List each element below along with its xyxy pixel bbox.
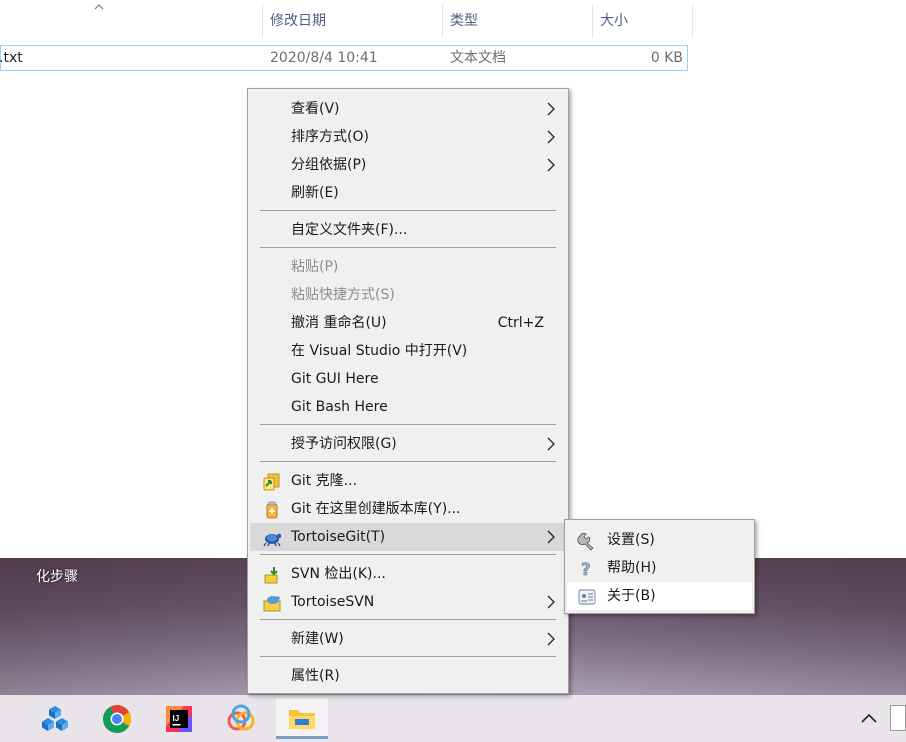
menu-item-label: 新建(W) xyxy=(291,631,344,647)
menu-separator xyxy=(260,554,556,555)
menu-item-label: 粘贴(P) xyxy=(291,259,339,275)
menu-item-svn-checkout[interactable]: SVN 检出(K)... xyxy=(250,560,566,588)
tray-icon[interactable] xyxy=(890,705,906,731)
column-separator[interactable] xyxy=(592,4,593,38)
submenu-item-settings[interactable]: 设置(S) xyxy=(567,526,752,554)
chevron-right-icon xyxy=(547,102,555,116)
help-question-icon: ? xyxy=(581,560,591,579)
file-date: 2020/8/4 10:41 xyxy=(270,50,378,66)
menu-item-label: 设置(S) xyxy=(607,532,655,548)
menu-separator xyxy=(260,619,556,620)
column-separator[interactable] xyxy=(692,4,693,38)
settings-wrench-icon xyxy=(577,532,594,551)
colorful-ring-app-icon[interactable] xyxy=(215,699,267,739)
taskbar: IJ xyxy=(0,695,906,742)
menu-item-git-gui-here[interactable]: Git GUI Here xyxy=(250,365,566,393)
menu-item-customize-folder[interactable]: 自定义文件夹(F)... xyxy=(250,216,566,244)
sort-ascending-icon[interactable] xyxy=(92,0,106,14)
menu-item-label: Git 在这里创建版本库(Y)... xyxy=(291,501,461,517)
menu-item-tortoisegit[interactable]: TortoiseGit(T) xyxy=(250,523,566,551)
svg-text:IJ: IJ xyxy=(173,714,180,723)
menu-item-sort[interactable]: 排序方式(O) xyxy=(250,123,566,151)
menu-item-view[interactable]: 查看(V) xyxy=(250,95,566,123)
menu-item-label: 撤消 重命名(U) xyxy=(291,315,387,331)
chevron-right-icon xyxy=(547,130,555,144)
menu-item-label: 授予访问权限(G) xyxy=(291,436,397,452)
menu-item-label: 刷新(E) xyxy=(291,185,339,201)
menu-item-label: 自定义文件夹(F)... xyxy=(291,222,408,238)
tortoisesvn-icon xyxy=(263,596,281,612)
menu-item-paste-shortcut: 粘贴快捷方式(S) xyxy=(250,281,566,309)
chevron-right-icon xyxy=(547,632,555,646)
menu-separator xyxy=(260,247,556,248)
menu-item-label: 在 Visual Studio 中打开(V) xyxy=(291,343,468,359)
menu-item-label: Git Bash Here xyxy=(291,399,388,415)
menu-item-open-in-visual-studio[interactable]: 在 Visual Studio 中打开(V) xyxy=(250,337,566,365)
column-header-type[interactable]: 类型 xyxy=(450,4,478,38)
about-info-icon xyxy=(578,589,596,605)
menu-item-shortcut: Ctrl+Z xyxy=(497,315,544,331)
menu-item-label: SVN 检出(K)... xyxy=(291,566,386,582)
context-menu: 查看(V) 排序方式(O) 分组依据(P) 刷新(E) 自定义文件夹(F)...… xyxy=(247,88,569,694)
svg-text:?: ? xyxy=(581,560,591,579)
column-header-date[interactable]: 修改日期 xyxy=(270,4,326,38)
menu-item-git-bash-here[interactable]: Git Bash Here xyxy=(250,393,566,421)
menu-item-label: 排序方式(O) xyxy=(291,129,369,145)
submenu-item-about[interactable]: 关于(B) xyxy=(567,582,752,610)
menu-item-grant-access[interactable]: 授予访问权限(G) xyxy=(250,430,566,458)
menu-separator xyxy=(260,210,556,211)
menu-item-group-by[interactable]: 分组依据(P) xyxy=(250,151,566,179)
file-explorer-icon[interactable] xyxy=(276,699,328,739)
chevron-right-icon xyxy=(547,595,555,609)
chrome-icon[interactable] xyxy=(91,699,143,739)
file-name: .txt xyxy=(0,50,23,66)
file-row[interactable]: .txt 2020/8/4 10:41 文本文档 0 KB xyxy=(0,45,688,71)
menu-separator xyxy=(260,461,556,462)
svn-checkout-icon xyxy=(264,567,278,584)
menu-item-undo-rename[interactable]: 撤消 重命名(U) Ctrl+Z xyxy=(250,309,566,337)
tortoisegit-submenu: 设置(S) ? 帮助(H) 关于(B) xyxy=(564,519,755,614)
column-separator[interactable] xyxy=(442,4,443,38)
menu-item-paste: 粘贴(P) xyxy=(250,253,566,281)
tortoisegit-icon xyxy=(263,533,282,547)
menu-separator xyxy=(260,656,556,657)
menu-separator xyxy=(260,424,556,425)
menu-item-label: Git GUI Here xyxy=(291,371,379,387)
desktop-icon-label[interactable]: 化步骤 xyxy=(36,566,78,586)
file-type: 文本文档 xyxy=(450,50,506,66)
git-clone-icon xyxy=(263,473,280,491)
menu-item-label: TortoiseGit(T) xyxy=(291,529,386,545)
search-icon[interactable] xyxy=(0,699,10,739)
submenu-item-help[interactable]: ? 帮助(H) xyxy=(567,554,752,582)
intellij-icon[interactable]: IJ xyxy=(153,699,205,739)
menu-item-tortoisesvn[interactable]: TortoiseSVN xyxy=(250,588,566,616)
menu-item-label: 分组依据(P) xyxy=(291,157,367,173)
menu-item-label: TortoiseSVN xyxy=(291,594,375,610)
menu-item-label: 帮助(H) xyxy=(607,560,657,576)
chevron-right-icon xyxy=(547,437,555,451)
menu-item-new[interactable]: 新建(W) xyxy=(250,625,566,653)
menu-item-git-create-repo[interactable]: Git 在这里创建版本库(Y)... xyxy=(250,495,566,523)
menu-item-label: 查看(V) xyxy=(291,101,340,117)
menu-item-refresh[interactable]: 刷新(E) xyxy=(250,179,566,207)
column-separator[interactable] xyxy=(262,4,263,38)
menu-item-label: 粘贴快捷方式(S) xyxy=(291,287,395,303)
git-create-repo-icon xyxy=(266,501,278,519)
chevron-up-icon[interactable] xyxy=(860,712,878,724)
menu-item-label: Git 克隆... xyxy=(291,473,358,489)
app-cube-icon[interactable] xyxy=(29,699,81,739)
column-header-size[interactable]: 大小 xyxy=(600,4,628,38)
menu-item-properties[interactable]: 属性(R) xyxy=(250,662,566,690)
chevron-right-icon xyxy=(547,158,555,172)
chevron-right-icon xyxy=(547,530,555,544)
menu-item-git-clone[interactable]: Git 克隆... xyxy=(250,467,566,495)
menu-item-label: 属性(R) xyxy=(291,668,340,684)
menu-item-label: 关于(B) xyxy=(607,588,656,604)
file-size: 0 KB xyxy=(650,50,683,66)
